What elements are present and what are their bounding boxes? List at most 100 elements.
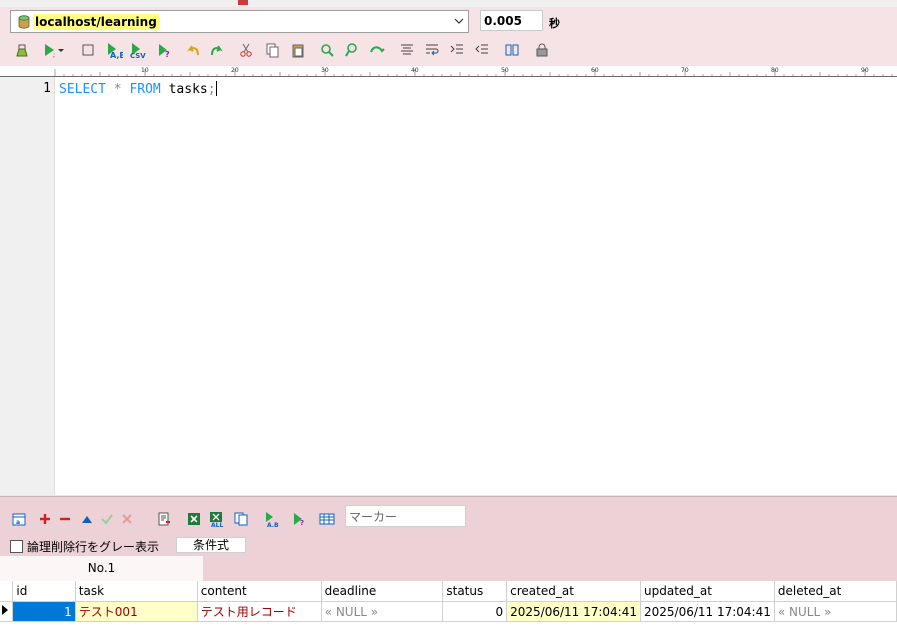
connection-select[interactable]: localhost/learning	[10, 10, 469, 33]
ruler-label: 50	[501, 67, 509, 74]
marker-input[interactable]: マーカー	[345, 505, 466, 527]
cell-status[interactable]: 0	[442, 601, 508, 622]
keyword-select: SELECT	[59, 82, 106, 97]
row-indicator-header	[0, 581, 14, 602]
cell-created-at[interactable]: 2025/06/11 17:04:41	[506, 601, 641, 622]
svg-text:;: ;	[53, 52, 55, 58]
cell-deadline[interactable]: « NULL »	[321, 601, 444, 622]
database-icon	[18, 15, 30, 29]
cell-updated-at[interactable]: 2025/06/11 17:04:41	[640, 601, 775, 622]
row-pointer-icon	[0, 601, 14, 622]
redo-icon[interactable]	[206, 40, 226, 60]
result-panel: a ALL A,B ? マーカー 論理削除行をグレー表示 条件式 No.1 id	[0, 496, 897, 628]
excel-icon[interactable]	[185, 510, 203, 528]
split-view-icon[interactable]	[502, 40, 522, 60]
svg-text:a: a	[16, 519, 20, 526]
export-icon[interactable]	[155, 510, 173, 528]
cut-icon[interactable]	[236, 40, 256, 60]
excel-all-icon[interactable]: ALL	[208, 510, 226, 528]
exec-time-field: 0.005	[480, 10, 543, 31]
svg-text:CSV: CSV	[130, 52, 146, 59]
align-icon[interactable]	[397, 40, 417, 60]
svg-text:?: ?	[300, 519, 304, 526]
connection-name: localhost/learning	[33, 14, 159, 30]
text-cursor	[215, 81, 217, 96]
keyword-from: FROM	[129, 82, 161, 97]
gray-deleted-checkbox[interactable]: 論理削除行をグレー表示	[10, 538, 159, 555]
search-icon[interactable]	[317, 40, 337, 60]
column-header[interactable]: task	[75, 581, 198, 602]
delete-row-icon[interactable]	[56, 510, 74, 528]
clear-icon[interactable]	[12, 40, 32, 60]
table-row[interactable]: 1 テスト001 テスト用レコード « NULL » 0 2025/06/11 …	[0, 601, 897, 622]
run-csv-icon[interactable]: CSV	[128, 40, 148, 60]
run-help-icon[interactable]: ?	[154, 40, 174, 60]
chevron-down-icon[interactable]	[454, 16, 464, 26]
sql-code-line[interactable]: SELECT * FROM tasks;	[59, 81, 217, 98]
ruler-label: 20	[231, 67, 239, 74]
result-run-help-icon[interactable]: ?	[290, 510, 308, 528]
condition-button[interactable]: 条件式	[176, 537, 246, 553]
move-up-icon[interactable]	[78, 510, 96, 528]
search-next-icon[interactable]	[342, 40, 362, 60]
line-gutter: 1	[0, 77, 55, 495]
svg-text:ALL: ALL	[211, 522, 223, 527]
rollback-icon[interactable]	[118, 510, 136, 528]
cell-task[interactable]: テスト001	[75, 601, 198, 622]
ruler-ticks: 10 20 30 40 50 60 70 80 90	[54, 67, 893, 76]
column-header[interactable]: created_at	[506, 581, 641, 602]
column-header[interactable]: id	[12, 581, 76, 602]
gray-deleted-label: 論理削除行をグレー表示	[27, 540, 160, 554]
commit-icon[interactable]	[98, 510, 116, 528]
column-header[interactable]: updated_at	[640, 581, 775, 602]
copy-rows-icon[interactable]	[232, 510, 250, 528]
main-toolbar: ; A,B CSV ?	[12, 40, 572, 60]
result-toolbar: a ALL A,B ?	[10, 510, 340, 528]
column-header[interactable]: deadline	[321, 581, 444, 602]
header-row: id task content deadline status created_…	[0, 581, 897, 602]
ruler-label: 30	[321, 67, 329, 74]
tab-indicator	[238, 0, 248, 5]
grid-view-icon[interactable]	[318, 510, 336, 528]
ruler-label: 10	[141, 67, 149, 74]
paste-icon[interactable]	[288, 40, 308, 60]
column-header[interactable]: content	[197, 581, 322, 602]
column-header[interactable]: deleted_at	[774, 581, 897, 602]
cell-id[interactable]: 1	[12, 601, 76, 622]
calendar-icon[interactable]: a	[10, 510, 28, 528]
tab-result-no1[interactable]: No.1	[0, 556, 203, 581]
result-run-ab-icon[interactable]: A,B	[262, 510, 280, 528]
svg-text:A,B: A,B	[110, 51, 123, 59]
copy-icon[interactable]	[262, 40, 282, 60]
result-grid: id task content deadline status created_…	[0, 581, 897, 628]
star-operator: *	[113, 82, 122, 97]
stop-icon[interactable]	[78, 40, 98, 60]
line-number: 1	[43, 81, 51, 96]
semicolon: ;	[207, 82, 216, 97]
add-row-icon[interactable]	[36, 510, 54, 528]
result-table: id task content deadline status created_…	[0, 581, 897, 622]
ruler-label: 60	[591, 67, 599, 74]
ruler-label: 80	[771, 67, 779, 74]
column-header[interactable]: status	[442, 581, 508, 602]
svg-text:A,B: A,B	[267, 522, 279, 527]
ruler-label: 40	[411, 67, 419, 74]
undo-icon[interactable]	[184, 40, 204, 60]
cell-deleted-at[interactable]: « NULL »	[774, 601, 897, 622]
run-ab-icon[interactable]: A,B	[104, 40, 124, 60]
table-name: tasks	[168, 82, 208, 97]
outdent-icon[interactable]	[472, 40, 492, 60]
cell-content[interactable]: テスト用レコード	[197, 601, 322, 622]
run-dropdown-icon[interactable]	[56, 40, 66, 60]
sql-editor[interactable]: 1 SELECT * FROM tasks;	[0, 77, 897, 495]
indent-icon[interactable]	[447, 40, 467, 60]
lock-icon[interactable]	[532, 40, 552, 60]
replace-icon[interactable]	[367, 40, 387, 60]
checkbox-box[interactable]	[10, 540, 23, 553]
ruler-label: 70	[681, 67, 689, 74]
exec-time-unit: 秒	[549, 17, 560, 30]
column-ruler: 10 20 30 40 50 60 70 80 90	[0, 66, 897, 77]
svg-text:?: ?	[165, 50, 170, 58]
wrap-icon[interactable]	[422, 40, 442, 60]
ruler-label: 90	[861, 67, 869, 74]
